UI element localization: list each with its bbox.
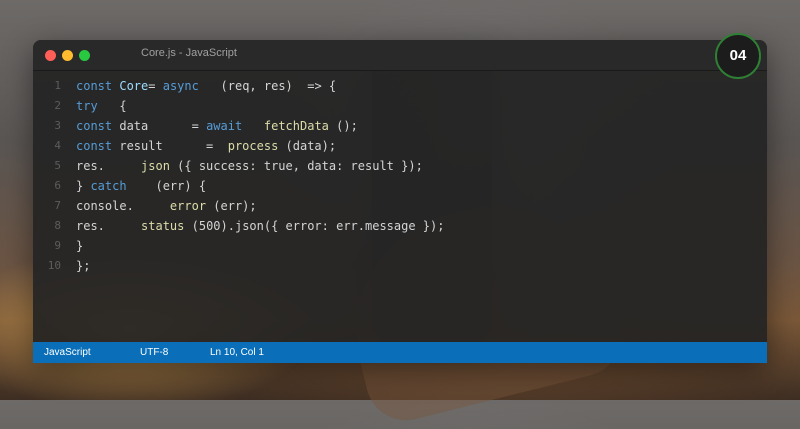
code-line[interactable]: 7 console. error (err);	[33, 196, 767, 216]
code-token: ();	[328, 119, 358, 133]
maximize-window-button[interactable]	[79, 50, 90, 61]
code-token: const	[76, 139, 120, 153]
code-token: fetchData	[263, 119, 329, 133]
code-line[interactable]: 3 const data = await fetchData ();	[33, 116, 767, 136]
window-title: Core.js - JavaScript	[141, 47, 237, 59]
code-token: result =	[119, 139, 228, 153]
line-number: 9	[54, 239, 61, 252]
code-text: console. error (err);	[76, 196, 257, 216]
code-token: }	[76, 239, 84, 253]
minimize-window-button[interactable]	[62, 50, 73, 61]
line-number: 10	[47, 259, 61, 272]
code-token: data =	[119, 119, 207, 133]
code-token: console.	[76, 199, 170, 213]
code-token: async	[162, 79, 199, 93]
code-token: const	[76, 119, 120, 133]
editor-window: Core.js - JavaScript 1 const Core= async …	[33, 40, 767, 363]
status-language[interactable]: JavaScript	[44, 347, 91, 358]
line-number: 3	[54, 119, 61, 132]
code-token: {	[97, 99, 127, 113]
code-line[interactable]: 1 const Core= async (req, res) => {	[33, 76, 767, 96]
code-text: } catch (err) {	[76, 176, 206, 196]
status-bar: JavaScript UTF-8 Ln 10, Col 1	[33, 342, 767, 363]
status-encoding[interactable]: UTF-8	[140, 347, 168, 358]
code-token: }	[76, 179, 91, 193]
code-token: ({ success: true, data: result });	[169, 159, 423, 173]
title-bar: Core.js - JavaScript	[33, 40, 767, 71]
code-text: try {	[76, 96, 127, 116]
code-token: =	[148, 79, 163, 93]
code-token: res.	[76, 159, 142, 173]
code-line[interactable]: 8 res. status (500).json({ error: err.mes…	[33, 216, 767, 236]
code-area[interactable]: 1 const Core= async (req, res) => { 2 try {…	[33, 76, 767, 276]
code-line[interactable]: 4 const result = process (data);	[33, 136, 767, 156]
code-token: };	[76, 259, 91, 273]
code-line[interactable]: 6} catch (err) {	[33, 176, 767, 196]
line-number: 8	[54, 219, 61, 232]
code-text: res. status (500).json({ error: err.mess…	[76, 216, 444, 236]
code-line[interactable]: 10};	[33, 256, 767, 276]
code-text: const data = await fetchData ();	[76, 116, 358, 136]
code-line[interactable]: 5 res. json ({ success: true, data: resul…	[33, 156, 767, 176]
code-token: const	[76, 79, 120, 93]
code-token: Core	[119, 79, 149, 93]
code-text: }	[76, 236, 83, 256]
code-token: json	[141, 159, 170, 173]
code-token: (req, res) => {	[198, 79, 337, 93]
code-token: status	[141, 219, 185, 233]
code-token: (data);	[278, 139, 337, 153]
code-token: await	[206, 119, 243, 133]
close-window-button[interactable]	[45, 50, 56, 61]
status-cursor-position[interactable]: Ln 10, Col 1	[210, 347, 264, 358]
code-text: const result = process (data);	[76, 136, 336, 156]
code-token: catch	[90, 179, 127, 193]
code-token: (500).json({ error: err.message });	[184, 219, 445, 233]
code-token: process	[227, 139, 279, 153]
step-number-badge: 04	[715, 33, 761, 79]
line-number: 7	[54, 199, 61, 212]
code-text: };	[76, 256, 90, 276]
code-line[interactable]: 2 try {	[33, 96, 767, 116]
code-line[interactable]: 9}	[33, 236, 767, 256]
code-token: (err) {	[126, 179, 207, 193]
code-token: (err);	[206, 199, 257, 213]
code-text: const Core= async (req, res) => {	[76, 76, 336, 96]
line-number: 1	[54, 79, 61, 92]
code-token: error	[169, 199, 207, 213]
code-text: res. json ({ success: true, data: result…	[76, 156, 423, 176]
line-number: 6	[54, 179, 61, 192]
code-token: res.	[76, 219, 142, 233]
line-number: 2	[54, 99, 61, 112]
line-number: 5	[54, 159, 61, 172]
code-token: try	[76, 99, 98, 113]
line-number: 4	[54, 139, 61, 152]
